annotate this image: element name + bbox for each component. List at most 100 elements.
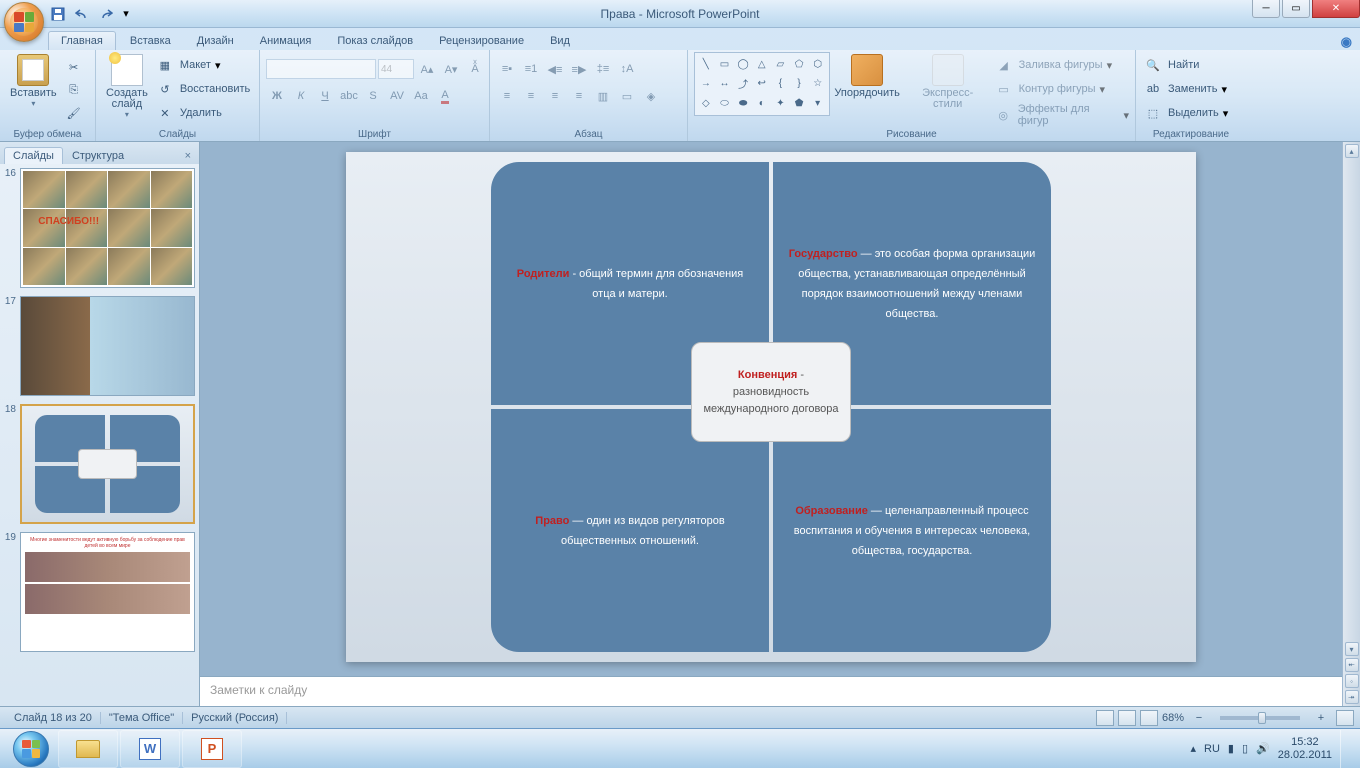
new-slide-button[interactable]: Создать слайд ▾ [102,52,152,121]
tray-battery-icon[interactable]: ▯ [1242,742,1248,755]
find-button[interactable]: Найти [1166,58,1201,72]
vertical-scrollbar[interactable]: ▴ ▾ ⯬ ◦ ⯮ [1342,142,1360,706]
slide-thumbnail-17[interactable] [20,296,195,396]
maximize-button[interactable]: ▭ [1282,0,1310,18]
arrange-button[interactable]: Упорядочить [832,52,903,101]
browse-object-icon[interactable]: ◦ [1345,674,1359,688]
close-button[interactable]: ✕ [1312,0,1360,18]
shapes-gallery[interactable]: ╲▭◯△▱⬠⬡ →↔⤴↩{}☆ ◇⬭⬬◐✦⬟▾ [694,52,830,116]
tab-design[interactable]: Дизайн [185,32,246,50]
tray-language[interactable]: RU [1204,743,1220,755]
minimize-button[interactable]: ─ [1252,0,1280,18]
scroll-up-icon[interactable]: ▴ [1345,144,1359,158]
qat-undo-icon[interactable] [72,4,92,24]
slideshow-view-icon[interactable] [1140,710,1158,726]
taskbar-explorer-icon[interactable] [58,730,118,768]
align-center-icon[interactable]: ≡ [520,85,542,107]
fit-window-icon[interactable] [1336,710,1354,726]
strikethrough-icon[interactable]: abc [338,85,360,107]
office-button[interactable] [4,2,44,42]
font-color-icon[interactable]: A [434,85,456,107]
qat-customize-icon[interactable]: ▾ [120,4,132,24]
tab-view[interactable]: Вид [538,32,582,50]
tray-volume-icon[interactable]: 🔊 [1256,742,1270,755]
tab-animation[interactable]: Анимация [248,32,324,50]
tab-insert[interactable]: Вставка [118,32,183,50]
align-text-icon[interactable]: ▭ [616,85,638,107]
format-painter-icon[interactable]: 🖌 [63,102,85,124]
align-left-icon[interactable]: ≡ [496,85,518,107]
prev-slide-icon[interactable]: ⯬ [1345,658,1359,672]
shrink-font-icon[interactable]: A▾ [440,58,462,80]
copy-icon[interactable]: ⎘ [63,79,85,101]
underline-icon[interactable]: Ч [314,85,336,107]
shadow-icon[interactable]: S [362,85,384,107]
normal-view-icon[interactable] [1096,710,1114,726]
tab-review[interactable]: Рецензирование [427,32,536,50]
slide-thumbnail-18[interactable] [20,404,195,524]
columns-icon[interactable]: ▥ [592,85,614,107]
start-button[interactable] [4,730,58,768]
bold-icon[interactable]: Ж [266,85,288,107]
diagram-cell-convention[interactable]: Конвенция - разновидность международного… [691,342,851,442]
qat-redo-icon[interactable] [96,4,116,24]
shape-fill-button[interactable]: Заливка фигуры [1017,58,1105,72]
zoom-slider[interactable] [1220,716,1300,720]
numbering-icon[interactable]: ≡1 [520,58,542,80]
shape-outline-button[interactable]: Контур фигуры [1017,82,1098,96]
delete-button[interactable]: Удалить [178,106,224,120]
slide-thumbnail-16[interactable]: СПАСИБО!!! [20,168,195,288]
tab-slideshow[interactable]: Показ слайдов [325,32,425,50]
change-case-icon[interactable]: Aa [410,85,432,107]
next-slide-icon[interactable]: ⯮ [1345,690,1359,704]
smartart-diagram[interactable]: Родители - общий термин для обозначения … [491,162,1051,652]
tray-flag-icon[interactable]: ▮ [1228,742,1234,755]
replace-button[interactable]: Заменить [1166,82,1219,96]
panel-tab-outline[interactable]: Структура [63,147,133,164]
bullets-icon[interactable]: ≡▪ [496,58,518,80]
zoom-level[interactable]: 68% [1162,712,1184,724]
italic-icon[interactable]: К [290,85,312,107]
diagram-cell-education[interactable]: Образование — целенаправленный процесс в… [773,409,1051,652]
diagram-cell-law[interactable]: Право — один из видов регуляторов общест… [491,409,769,652]
shape-effects-button[interactable]: Эффекты для фигур [1016,102,1122,128]
tab-home[interactable]: Главная [48,31,116,50]
sorter-view-icon[interactable] [1118,710,1136,726]
taskbar-word-icon[interactable]: W [120,730,180,768]
clear-format-icon[interactable]: Aͯ [464,58,486,80]
zoom-in-icon[interactable]: + [1310,707,1332,729]
status-language[interactable]: Русский (Россия) [183,712,287,724]
tray-show-hidden-icon[interactable]: ▴ [1191,742,1197,755]
line-spacing-icon[interactable]: ‡≡ [592,58,614,80]
paste-button[interactable]: Вставить ▾ [6,52,61,110]
quick-styles-button[interactable]: Экспресс-стили [905,52,991,112]
status-theme[interactable]: "Тема Office" [101,712,183,724]
text-direction-icon[interactable]: ↕A [616,58,638,80]
taskbar-powerpoint-icon[interactable]: P [182,730,242,768]
slide-canvas[interactable]: Родители - общий термин для обозначения … [346,152,1196,662]
justify-icon[interactable]: ≡ [568,85,590,107]
scroll-down-icon[interactable]: ▾ [1345,642,1359,656]
select-button[interactable]: Выделить [1166,106,1221,120]
cut-icon[interactable]: ✂ [63,56,85,78]
smartart-icon[interactable]: ◈ [640,85,662,107]
notes-pane[interactable]: Заметки к слайду [200,676,1342,706]
panel-tab-slides[interactable]: Слайды [4,147,63,164]
char-spacing-icon[interactable]: AV [386,85,408,107]
help-icon[interactable]: ◉ [1341,34,1352,50]
reset-button[interactable]: Восстановить [178,82,252,96]
qat-save-icon[interactable] [48,4,68,24]
slide-thumbnail-19[interactable]: Многие знаменитости ведут активную борьб… [20,532,195,652]
decrease-indent-icon[interactable]: ◀≡ [544,58,566,80]
zoom-out-icon[interactable]: − [1188,707,1210,729]
panel-close-icon[interactable]: × [181,148,195,164]
layout-button[interactable]: Макет [178,58,213,72]
status-slide-number[interactable]: Слайд 18 из 20 [6,712,101,724]
show-desktop-button[interactable] [1340,730,1348,768]
font-size-combo[interactable]: 44 [378,59,414,79]
increase-indent-icon[interactable]: ≡▶ [568,58,590,80]
tray-clock[interactable]: 15:32 28.02.2011 [1278,736,1332,762]
align-right-icon[interactable]: ≡ [544,85,566,107]
font-family-combo[interactable] [266,59,376,79]
grow-font-icon[interactable]: A▴ [416,58,438,80]
